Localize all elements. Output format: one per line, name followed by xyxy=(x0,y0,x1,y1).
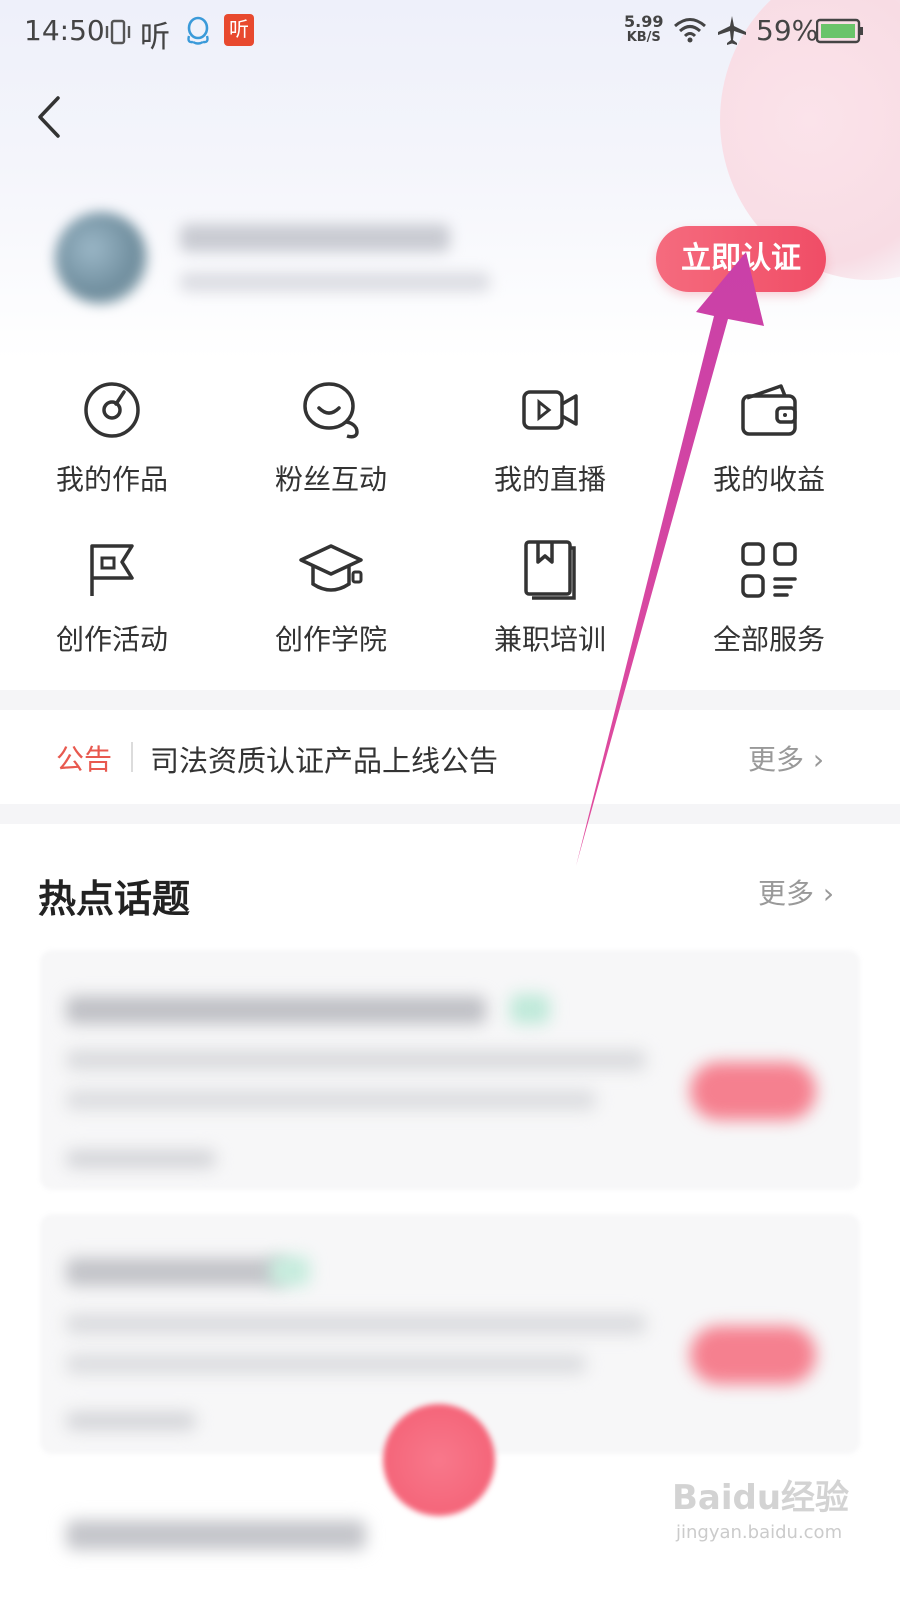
status-time: 14:50 xyxy=(24,14,105,47)
topic-title-blurred xyxy=(66,1258,286,1286)
topic-meta-blurred xyxy=(66,1412,196,1430)
hot-topics-more-link[interactable]: 更多 › xyxy=(758,872,834,912)
airplane-mode-icon xyxy=(718,16,746,45)
watermark-logo: Baidu经验 xyxy=(672,1478,850,1518)
topic-title-blurred xyxy=(66,1520,366,1550)
section-divider xyxy=(0,690,900,710)
wifi-icon xyxy=(674,18,706,43)
topic-title-blurred xyxy=(66,996,486,1024)
status-bar: 14:50 听 听 5.99 KB/S 59% xyxy=(0,0,900,64)
network-speed: 5.99 KB/S xyxy=(624,12,664,46)
app-listen-indicator: 听 xyxy=(140,20,170,55)
section-divider xyxy=(0,804,900,824)
graduation-cap-icon xyxy=(299,544,363,592)
topic-tag-blurred xyxy=(510,994,550,1024)
notice-tag: 公告 xyxy=(56,743,113,776)
disc-icon xyxy=(84,382,140,438)
service-label: 全部服务 xyxy=(712,623,825,656)
flag-icon xyxy=(90,544,134,596)
battery-icon xyxy=(816,18,863,44)
notice-text[interactable]: 司法资质认证产品上线公告 xyxy=(150,738,498,780)
battery-percent: 59% xyxy=(756,14,819,47)
topic-desc-blurred xyxy=(66,1090,596,1110)
service-my-earnings[interactable]: 我的收益 xyxy=(659,378,879,528)
service-label: 我的收益 xyxy=(712,463,825,496)
service-part-time-training[interactable]: 兼职培训 xyxy=(440,538,660,688)
service-my-works[interactable]: 我的作品 xyxy=(2,378,222,528)
service-label: 兼职培训 xyxy=(493,623,606,656)
service-label: 创作学院 xyxy=(274,623,387,656)
username-blurred xyxy=(180,224,450,252)
topic-meta-blurred xyxy=(66,1150,216,1168)
video-camera-icon xyxy=(522,390,578,430)
floating-action-button[interactable] xyxy=(383,1404,495,1516)
wallet-icon xyxy=(741,384,797,436)
service-label: 粉丝互动 xyxy=(274,463,387,496)
service-fan-interaction[interactable]: 粉丝互动 xyxy=(221,378,441,528)
topic-desc-blurred xyxy=(66,1354,586,1374)
service-label: 我的作品 xyxy=(55,463,168,496)
notice-more-link[interactable]: 更多 › xyxy=(748,738,824,778)
topic-desc-blurred xyxy=(66,1314,646,1334)
back-button[interactable] xyxy=(30,92,70,142)
watermark-url: jingyan.baidu.com xyxy=(676,1522,843,1543)
verify-now-button[interactable]: 立即认证 xyxy=(656,226,826,292)
grid-apps-icon xyxy=(741,542,797,598)
service-my-live[interactable]: 我的直播 xyxy=(440,378,660,528)
service-all-services[interactable]: 全部服务 xyxy=(659,538,879,688)
topic-tag-blurred xyxy=(270,1256,310,1286)
notice-separator xyxy=(131,742,133,772)
service-creative-activity[interactable]: 创作活动 xyxy=(2,538,222,688)
app-badge-icon: 听 xyxy=(224,14,254,46)
avatar[interactable] xyxy=(55,212,147,304)
service-label: 我的直播 xyxy=(493,463,606,496)
service-creator-academy[interactable]: 创作学院 xyxy=(221,538,441,688)
topic-action-blurred[interactable] xyxy=(690,1062,816,1120)
book-icon xyxy=(524,540,576,600)
topic-action-blurred[interactable] xyxy=(690,1326,816,1384)
user-info-blurred xyxy=(180,272,490,292)
chat-bubble-icon xyxy=(303,382,359,439)
qq-icon xyxy=(187,16,209,45)
vibrate-icon xyxy=(105,19,131,45)
hot-topics-title: 热点话题 xyxy=(38,877,191,921)
service-label: 创作活动 xyxy=(55,623,168,656)
topic-desc-blurred xyxy=(66,1050,646,1070)
